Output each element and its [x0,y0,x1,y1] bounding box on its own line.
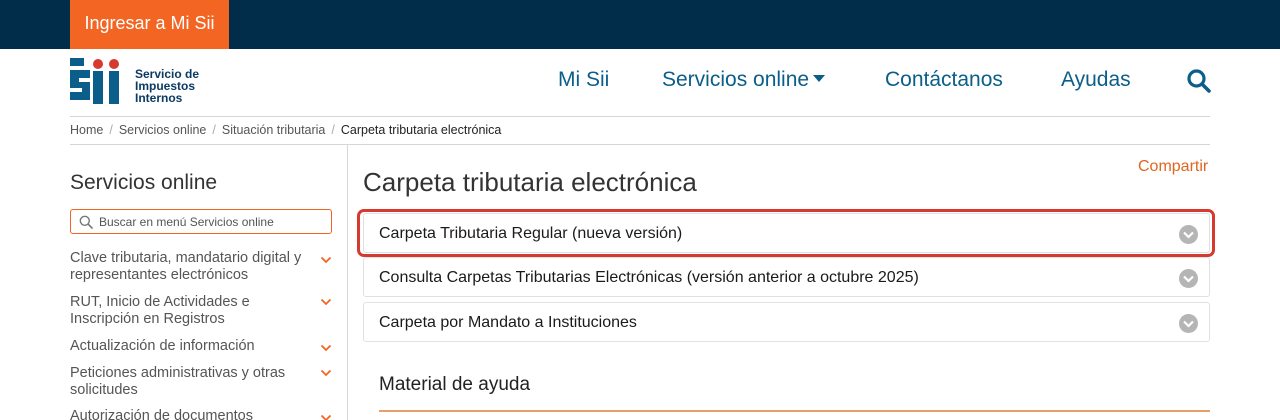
accordion-title: Consulta Carpetas Tributarias Electrónic… [379,269,919,286]
accordion-title: Carpeta por Mandato a Instituciones [379,314,637,331]
accordion-carpeta-regular[interactable]: Carpeta Tributaria Regular (nueva versió… [363,213,1210,253]
chevron-down-icon [320,298,332,306]
sidebar-item-peticiones[interactable]: Peticiones administrativas y otras solic… [70,365,334,399]
header-divider [70,116,1210,117]
sidebar-item-clave-tributaria[interactable]: Clave tributaria, mandatario digital y r… [70,250,334,284]
share-link[interactable]: Compartir [1138,158,1208,176]
breadcrumb-situacion-tributaria[interactable]: Situación tributaria [222,123,326,137]
chevron-down-icon [320,344,332,352]
expand-circle-icon [1179,269,1198,288]
nav-mi-sii[interactable]: Mi Sii [558,68,609,92]
search-button[interactable] [1186,68,1212,94]
sidebar-divider [347,145,348,420]
sidebar-item-label: Autorización de documentos [70,408,253,420]
accordion-consulta-carpetas[interactable]: Consulta Carpetas Tributarias Electrónic… [363,257,1210,297]
sidebar-item-label: RUT, Inicio de Actividades e Inscripción… [70,294,250,327]
breadcrumb-home[interactable]: Home [70,123,103,137]
sidebar-item-autorizacion[interactable]: Autorización de documentos [70,408,334,420]
breadcrumb-separator: / [109,123,113,137]
nav-servicios-online[interactable]: Servicios online [662,68,826,92]
breadcrumb: Home / Servicios online / Situación tributar… [70,123,501,139]
breadcrumb-separator: / [331,123,335,137]
help-section-title: Material de ayuda [379,374,531,395]
search-icon [79,215,93,229]
login-mi-sii-button[interactable]: Ingresar a Mi Sii [70,0,229,49]
chevron-down-icon [320,369,332,377]
sidebar-item-label: Clave tributaria, mandatario digital y r… [70,250,302,283]
chevron-down-icon [320,256,332,264]
accordion-carpeta-mandato[interactable]: Carpeta por Mandato a Instituciones [363,302,1210,342]
expand-circle-icon [1179,314,1198,333]
sidebar-item-rut-inicio[interactable]: RUT, Inicio de Actividades e Inscripción… [70,294,334,328]
breadcrumb-current: Carpeta tributaria electrónica [340,123,502,137]
sidebar-item-actualizacion[interactable]: Actualización de información [70,338,334,355]
search-icon [1187,69,1211,93]
accordion-title: Carpeta Tributaria Regular (nueva versió… [379,225,683,242]
help-section-underline [379,410,1210,412]
expand-circle-icon [1179,225,1198,244]
sidebar-search[interactable] [70,209,332,234]
breadcrumb-servicios-online[interactable]: Servicios online [119,123,207,137]
nav-contactanos[interactable]: Contáctanos [885,68,1003,92]
sidebar-item-label: Actualización de información [70,338,255,354]
nav-ayudas[interactable]: Ayudas [1061,68,1131,92]
sidebar-item-label: Peticiones administrativas y otras solic… [70,365,286,398]
chevron-down-icon [320,414,332,420]
top-bar: Ingresar a Mi Sii [0,0,1280,49]
sidebar-title: Servicios online [70,171,218,194]
sidebar-search-input[interactable] [99,214,319,229]
nav-servicios-online-label: Servicios online [662,68,810,91]
breadcrumb-separator: / [212,123,216,137]
main-nav: Mi Sii Servicios online Contáctanos Ayud… [0,68,1280,98]
caret-down-icon [813,75,826,83]
page-title: Carpeta tributaria electrónica [363,167,697,197]
breadcrumb-divider [70,144,1210,145]
